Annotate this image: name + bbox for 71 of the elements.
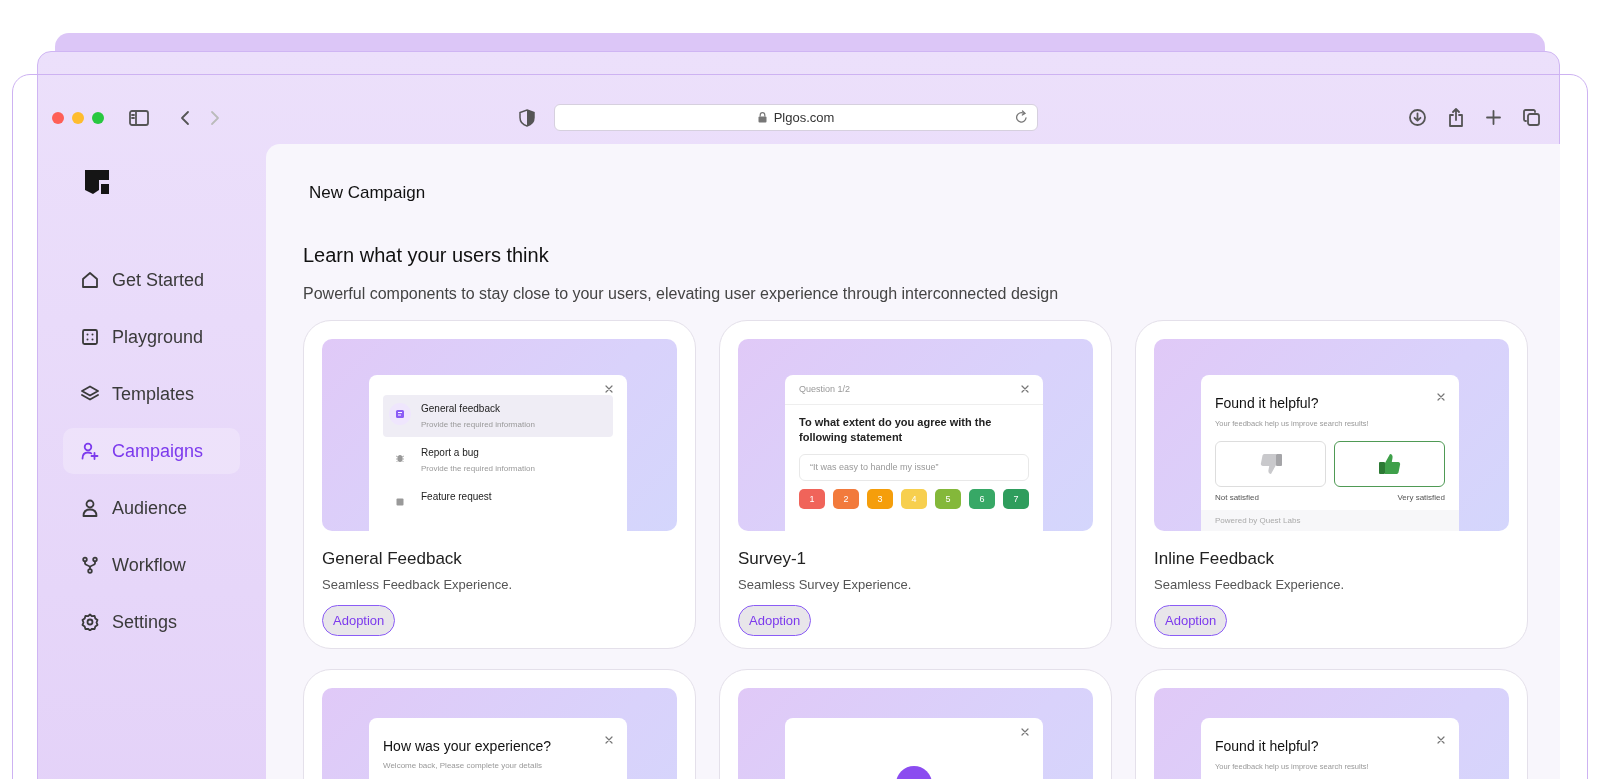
page-title: New Campaign: [309, 182, 427, 204]
card-description: Seamless Survey Experience.: [738, 576, 913, 594]
option-title: Feature request: [421, 489, 492, 504]
reload-icon[interactable]: [1015, 110, 1028, 124]
card-title: General Feedback: [322, 547, 463, 570]
logo-icon: [84, 169, 110, 195]
home-icon: [81, 271, 99, 289]
section-description: Powerful components to stay close to your users, elevating user experience through interconnected design: [303, 283, 1060, 304]
share-icon[interactable]: [1448, 108, 1464, 127]
option-title: Report a bug: [421, 445, 480, 460]
user-icon: [81, 499, 99, 517]
widget-title: How was your experience?: [383, 736, 552, 756]
template-card[interactable]: How was your experience? Welcome back, Please complete your details: [303, 668, 696, 779]
quote-field: “It was easy to handle my issue”: [799, 453, 1029, 482]
sidebar-item[interactable]: Playground: [63, 314, 240, 360]
address-bar[interactable]: Plgos.com: [554, 104, 1038, 131]
download-icon[interactable]: [1409, 109, 1426, 126]
url-text: Plgos.com: [773, 108, 835, 127]
user-plus-icon: [81, 442, 99, 460]
card-title: Inline Feedback: [1154, 547, 1276, 570]
bug-icon: [395, 452, 405, 463]
shield-icon: [519, 108, 535, 127]
option-subtitle: Provide the required information: [421, 462, 535, 475]
settings-icon: [81, 613, 99, 631]
close-icon[interactable]: [1437, 392, 1445, 401]
widget-title: Found it helpful?: [1215, 393, 1319, 413]
thumbs-down-icon: [1259, 452, 1282, 475]
sidebar-item[interactable]: Campaigns: [63, 428, 240, 474]
close-icon[interactable]: [1437, 735, 1445, 744]
widget-subtitle: Welcome back, Please complete your details: [383, 759, 544, 772]
sidebar-item[interactable]: Settings: [63, 599, 240, 645]
thumbs-up-icon: [1378, 452, 1401, 475]
section-heading: Learn what your users think: [303, 242, 550, 268]
option-item[interactable]: Feature request: [383, 482, 613, 519]
question-text: To what extent do you agree with the following statement: [799, 415, 993, 446]
rating-choice[interactable]: [1334, 440, 1445, 487]
close-icon[interactable]: [605, 735, 613, 744]
option-item[interactable]: Report a bug Provide the required information: [383, 438, 613, 481]
sidebar-item[interactable]: Audience: [63, 485, 240, 531]
sidebar-toggle-icon[interactable]: [129, 109, 149, 126]
plus-icon[interactable]: [1486, 110, 1501, 125]
back-icon[interactable]: [179, 109, 191, 126]
option-subtitle: Provide the required information: [421, 418, 535, 431]
option-title: General feedback: [421, 401, 501, 416]
option-item[interactable]: General feedback Provide the required information: [383, 394, 613, 437]
layers-icon: [81, 385, 99, 403]
square-icon: [395, 496, 405, 507]
template-card[interactable]: General feedback Provide the required information Report a bug Provide the required information Feature request General Feedback Seamless Feedback Experience. Adoption: [303, 319, 696, 649]
branch-icon: [81, 556, 99, 574]
lock-icon: [757, 112, 767, 123]
powered-by-text: Powered by Quest Labs: [1201, 509, 1459, 531]
tabs-icon[interactable]: [1523, 109, 1540, 126]
question-counter: Question 1/2: [799, 382, 851, 396]
template-card[interactable]: Question 1/2 To what extent do you agree with the following statement “It was easy to handle my issue” 1 2 3 4 5 6 7 Survey-1 Seamless Survey Experience. Adoption: [719, 319, 1112, 649]
sidebar-item[interactable]: Get Started: [63, 257, 240, 303]
grid-icon: [81, 328, 99, 346]
card-title: Survey-1: [738, 547, 808, 570]
category-tag: Adoption: [738, 604, 812, 636]
close-icon[interactable]: [1021, 727, 1029, 736]
choice-label: Not satisfied: [1215, 491, 1260, 504]
category-tag: Adoption: [322, 604, 396, 636]
card-description: Seamless Feedback Experience.: [322, 576, 514, 594]
document-icon: [395, 408, 405, 419]
category-tag: Adoption: [1154, 604, 1228, 636]
card-description: Seamless Feedback Experience.: [1154, 576, 1346, 594]
close-icon[interactable]: [605, 384, 613, 393]
widget-title: Found it helpful?: [1215, 736, 1319, 756]
sidebar-item[interactable]: Workflow: [63, 542, 240, 588]
close-icon[interactable]: [1021, 385, 1029, 394]
sidebar-item[interactable]: Templates: [63, 371, 240, 417]
choice-label: Very satisfied: [1397, 491, 1445, 504]
